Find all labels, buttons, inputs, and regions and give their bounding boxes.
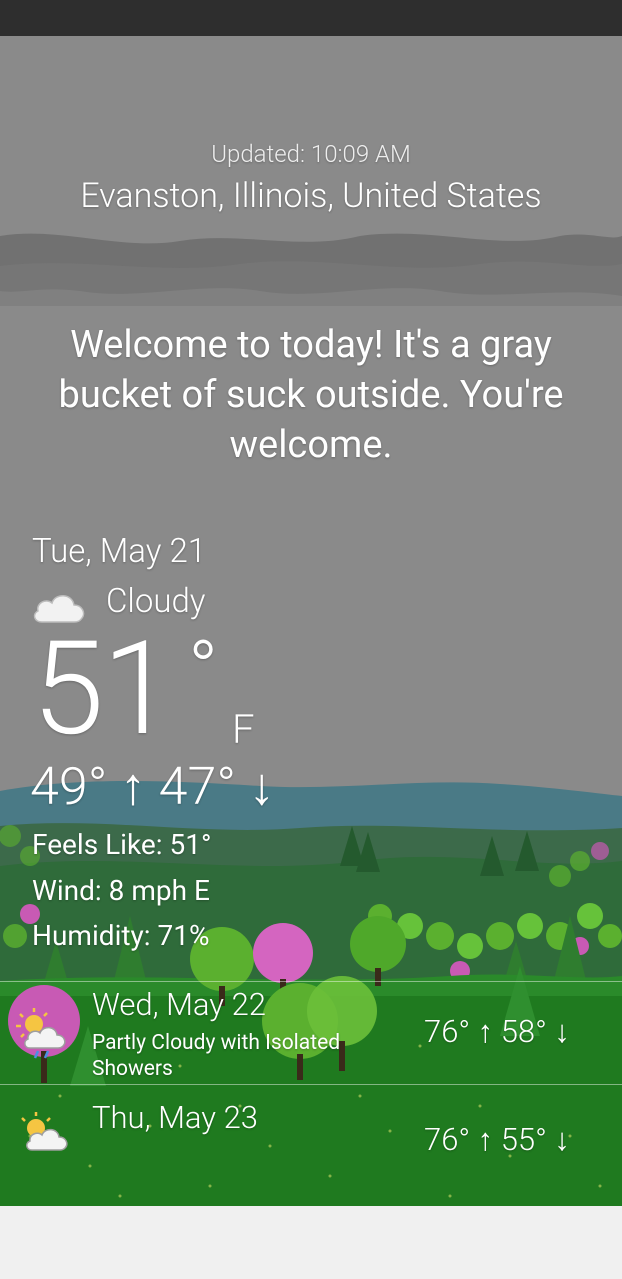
forecast-temps: 76° ↑ 58° ↓ (424, 1013, 570, 1050)
temperature-unit[interactable]: F (232, 706, 255, 753)
weather-app[interactable]: Updated: 10:09 AM Evanston, Illinois, Un… (0, 36, 622, 1206)
bottom-area (0, 1206, 622, 1279)
forecast-temps: 76° ↑ 55° ↓ (424, 1121, 570, 1158)
humidity: Humidity: 71% (32, 919, 210, 952)
updated-time: Updated: 10:09 AM (211, 140, 411, 168)
forecast-date: Thu, May 23 (92, 1099, 258, 1136)
location-label[interactable]: Evanston, Illinois, United States (0, 176, 622, 216)
degree-symbol: ° (188, 623, 219, 717)
forecast-description: Partly Cloudy with Isolated Showers (92, 1031, 341, 1081)
partly-cloudy-showers-icon (16, 1008, 66, 1059)
current-hilo: 49° ↑ 47° ↓ (30, 756, 275, 817)
forecast-divider (0, 1084, 622, 1085)
status-bar (0, 0, 622, 36)
forecast-date: Wed, May 22 (92, 986, 266, 1023)
partly-cloudy-icon (21, 1112, 68, 1151)
current-temperature: 51 (32, 612, 174, 765)
wind: Wind: 8 mph E (32, 874, 210, 907)
current-date: Tue, May 21 (32, 532, 207, 571)
feels-like: Feels Like: 51° (32, 828, 212, 861)
weather-message: Welcome to today! It's a gray bucket of … (58, 323, 564, 467)
forecast-divider (0, 981, 622, 982)
